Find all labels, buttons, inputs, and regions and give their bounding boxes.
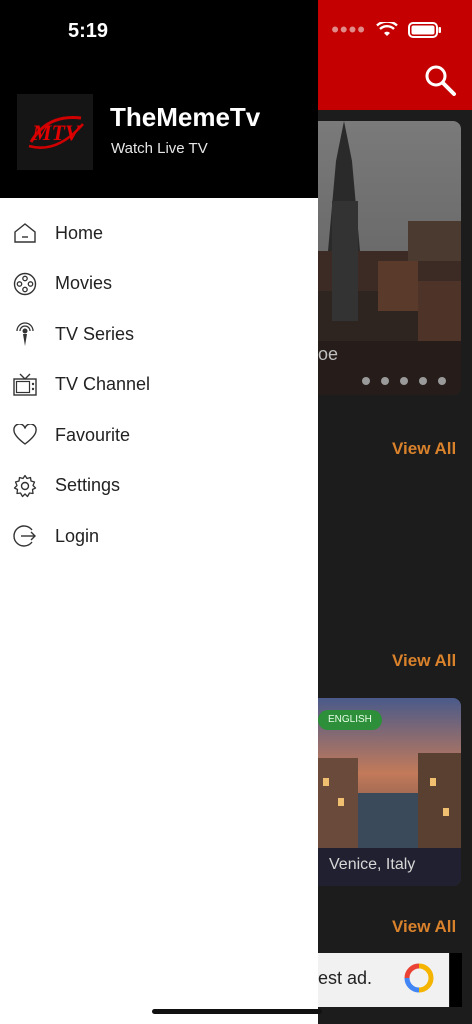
menu-item-label: TV Series (55, 323, 135, 344)
app-logo: MTV (17, 94, 93, 170)
tv-icon (12, 372, 38, 398)
view-all-link[interactable]: View All (392, 439, 456, 459)
app-subtitle: Watch Live TV (111, 140, 208, 157)
menu-item-movies[interactable]: Movies (0, 259, 318, 310)
menu-item-label: TV Channel (55, 374, 151, 395)
ad-edge (450, 953, 462, 1007)
menu-item-tv-series[interactable]: TV Series (0, 309, 318, 360)
view-all-link[interactable]: View All (392, 917, 456, 937)
menu-item-favourite[interactable]: Favourite (0, 410, 318, 461)
ad-logo-icon (404, 963, 434, 993)
signal-dots-icon: •••• (331, 17, 366, 42)
broadcast-icon (12, 321, 38, 347)
view-all-link[interactable]: View All (392, 651, 456, 671)
carousel-dot[interactable] (381, 377, 389, 385)
gear-icon (12, 473, 38, 499)
menu-item-home[interactable]: Home (0, 208, 318, 259)
home-icon (12, 220, 38, 246)
hero-banner-image[interactable] (318, 121, 461, 395)
heart-icon (12, 422, 38, 448)
menu-item-settings[interactable]: Settings (0, 461, 318, 512)
carousel-dot[interactable] (362, 377, 370, 385)
battery-icon (408, 22, 441, 38)
carousel-dot[interactable] (400, 377, 408, 385)
drawer-header: 5:19 MTV TheMemeTv Watch Live TV (0, 0, 318, 198)
status-bar-right: •••• (331, 17, 442, 42)
menu-item-label: Login (55, 525, 100, 546)
drawer-menu: Home Movies TV Series TV Channel Favouri… (0, 208, 318, 562)
hero-caption: oe (318, 344, 339, 364)
search-icon[interactable] (422, 62, 458, 98)
carousel-dot[interactable] (419, 377, 427, 385)
language-badge: ENGLISH (318, 710, 382, 730)
menu-item-tv-channel[interactable]: TV Channel (0, 360, 318, 411)
film-reel-icon (12, 271, 38, 297)
menu-item-login[interactable]: Login (0, 511, 318, 562)
menu-item-label: Favourite (55, 424, 131, 445)
ad-text: est ad. (318, 968, 373, 988)
app-name: TheMemeTv (110, 102, 261, 132)
carousel-dot[interactable] (438, 377, 446, 385)
carousel-indicator (362, 377, 446, 385)
home-indicator[interactable] (152, 1009, 322, 1014)
wifi-icon (376, 22, 398, 36)
featured-card-title: Venice, Italy (329, 856, 416, 873)
app-logo-text: MTV (31, 120, 82, 145)
navigation-drawer: 5:19 MTV TheMemeTv Watch Live TV Home Mo… (0, 0, 318, 1024)
menu-item-label: Movies (55, 273, 113, 294)
status-time: 5:19 (68, 20, 109, 42)
menu-item-label: Settings (55, 475, 121, 496)
menu-item-label: Home (55, 222, 104, 243)
login-icon (12, 523, 38, 549)
